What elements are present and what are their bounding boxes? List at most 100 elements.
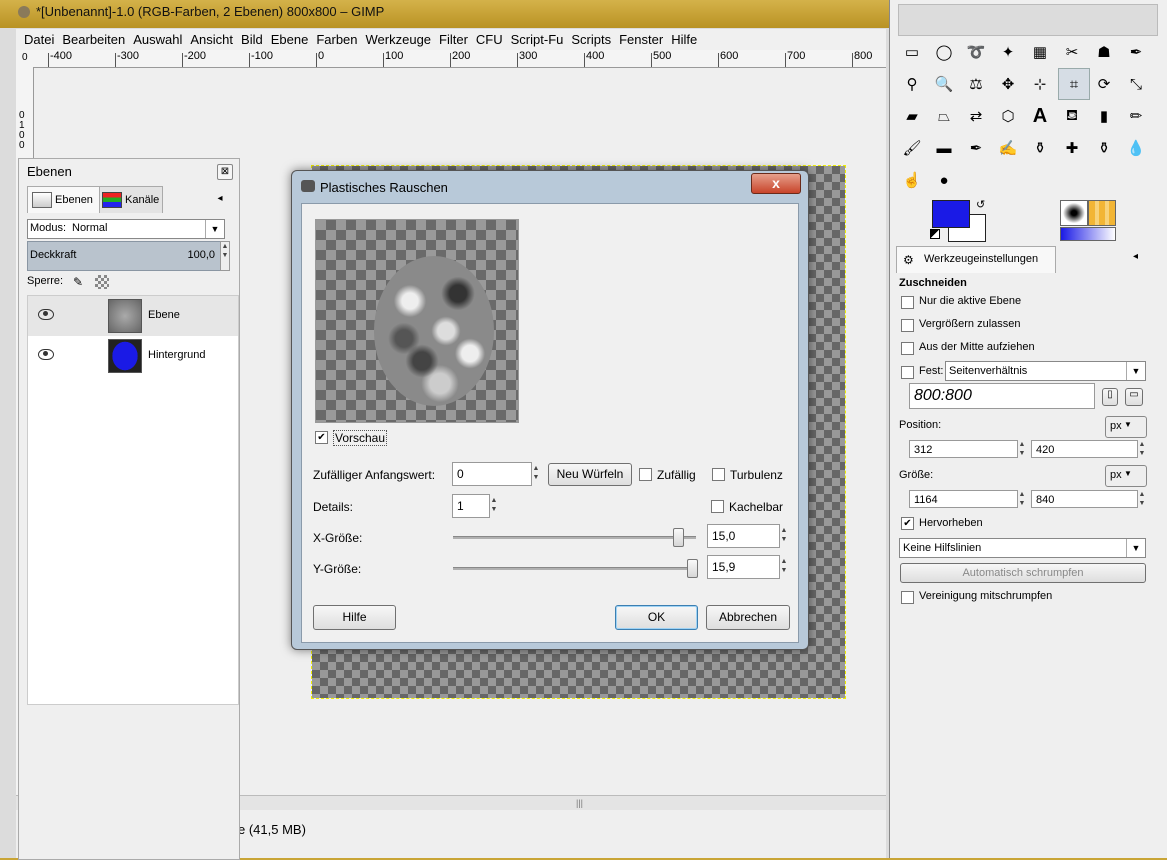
- highlight-checkbox[interactable]: ✔: [901, 517, 914, 530]
- cage-icon[interactable]: ⬡: [994, 102, 1022, 130]
- position-x-spinner[interactable]: ▲ ▼: [1018, 440, 1026, 458]
- details-field[interactable]: 1: [452, 494, 490, 518]
- default-colors-icon[interactable]: [930, 229, 940, 239]
- cancel-button[interactable]: Abbrechen: [706, 605, 790, 630]
- visibility-eye-icon[interactable]: [38, 309, 54, 320]
- guides-dropdown[interactable]: Keine Hilfslinien ▼: [899, 538, 1146, 558]
- lasso-icon[interactable]: ➰: [962, 38, 990, 66]
- position-x-field[interactable]: 312: [909, 440, 1018, 458]
- menu-bearbeiten[interactable]: Bearbeiten: [58, 29, 129, 50]
- only-active-layer-checkbox[interactable]: [901, 296, 914, 309]
- move-icon[interactable]: ✥: [994, 70, 1022, 98]
- dock-menu-icon[interactable]: ◂: [213, 192, 227, 206]
- tab-tool-options[interactable]: ⚙ Werkzeugeinstellungen: [896, 246, 1056, 273]
- close-dock-button[interactable]: ⊠: [217, 164, 233, 180]
- dock-menu-icon[interactable]: ◂: [1133, 251, 1138, 262]
- shrink-merged-checkbox[interactable]: [901, 591, 914, 604]
- eraser-icon[interactable]: ▬: [930, 134, 958, 162]
- crop-icon[interactable]: ⌗: [1058, 68, 1090, 100]
- mode-dropdown[interactable]: Modus: Normal ▼: [27, 219, 225, 239]
- portrait-icon[interactable]: ▯: [1102, 388, 1118, 406]
- visibility-eye-icon[interactable]: [38, 349, 54, 360]
- ink-icon[interactable]: ✍: [994, 134, 1022, 162]
- scissors-icon[interactable]: ✂: [1058, 38, 1086, 66]
- random-checkbox[interactable]: [639, 468, 652, 481]
- brush-swatch[interactable]: [1060, 200, 1088, 226]
- blend-icon[interactable]: ▮: [1090, 102, 1118, 130]
- layer-row[interactable]: Hintergrund: [28, 336, 238, 376]
- turbulence-checkbox[interactable]: [712, 468, 725, 481]
- fixed-dropdown[interactable]: Seitenverhältnis ▼: [945, 361, 1146, 381]
- pattern-swatch[interactable]: [1088, 200, 1116, 226]
- menu-datei[interactable]: Datei: [20, 29, 58, 50]
- foreground-color-swatch[interactable]: [932, 200, 970, 228]
- menu-scripts[interactable]: Scripts: [567, 29, 615, 50]
- gradient-swatch[interactable]: [1060, 227, 1116, 241]
- paths-icon[interactable]: ✒: [1122, 38, 1150, 66]
- smudge-icon[interactable]: ☝: [898, 166, 926, 194]
- position-unit-dropdown[interactable]: px ▼: [1105, 416, 1147, 438]
- menu-script-fu[interactable]: Script-Fu: [507, 29, 568, 50]
- foreground-select-icon[interactable]: ☗: [1090, 38, 1118, 66]
- perspective-icon[interactable]: ⏢: [930, 102, 958, 130]
- ysize-field[interactable]: 15,9: [707, 555, 780, 579]
- menu-hilfe[interactable]: Hilfe: [667, 29, 701, 50]
- text-tool-icon[interactable]: A: [1026, 102, 1054, 130]
- layer-row[interactable]: Ebene: [28, 296, 238, 336]
- airbrush-icon[interactable]: ✒: [962, 134, 990, 162]
- menu-filter[interactable]: Filter: [435, 29, 472, 50]
- brush-lock-icon[interactable]: ✎: [73, 275, 83, 289]
- xsize-field[interactable]: 15,0: [707, 524, 780, 548]
- fixed-checkbox[interactable]: [901, 366, 914, 379]
- xsize-slider-handle[interactable]: [673, 528, 684, 547]
- allow-growing-checkbox[interactable]: [901, 319, 914, 332]
- details-spinner[interactable]: ▲ ▼: [490, 496, 498, 518]
- color-select-icon[interactable]: ▦: [1026, 38, 1054, 66]
- ysize-slider[interactable]: [453, 567, 696, 570]
- seed-spinner[interactable]: ▲ ▼: [532, 464, 540, 486]
- size-height-spinner[interactable]: ▲ ▼: [1138, 490, 1146, 508]
- bucket-fill-icon[interactable]: ⛾: [1058, 102, 1086, 130]
- seed-field[interactable]: 0: [452, 462, 532, 486]
- size-width-spinner[interactable]: ▲ ▼: [1018, 490, 1026, 508]
- menu-farben[interactable]: Farben: [312, 29, 361, 50]
- shear-icon[interactable]: ▰: [898, 102, 926, 130]
- horizontal-ruler[interactable]: -400 -300 -200 -100 0 100 200 300 400 50…: [34, 50, 886, 68]
- color-picker-icon[interactable]: ⚲: [898, 70, 926, 98]
- swap-colors-icon[interactable]: ↺: [976, 198, 985, 211]
- heal-icon[interactable]: ✚: [1058, 134, 1086, 162]
- pencil-icon[interactable]: ✏: [1122, 102, 1150, 130]
- menu-auswahl[interactable]: Auswahl: [129, 29, 186, 50]
- size-unit-dropdown[interactable]: px ▼: [1105, 465, 1147, 487]
- blur-icon[interactable]: 💧: [1122, 134, 1150, 162]
- rotate-icon[interactable]: ⟳: [1090, 70, 1118, 98]
- ellipse-select-icon[interactable]: ◯: [930, 38, 958, 66]
- menu-fenster[interactable]: Fenster: [615, 29, 667, 50]
- menu-ebene[interactable]: Ebene: [267, 29, 313, 50]
- ruler-corner[interactable]: 0: [16, 50, 34, 68]
- help-button[interactable]: Hilfe: [313, 605, 396, 630]
- close-button[interactable]: x: [751, 173, 801, 194]
- ratio-field[interactable]: 800:800: [909, 383, 1095, 409]
- new-seed-button[interactable]: Neu Würfeln: [548, 463, 632, 486]
- dodge-burn-icon[interactable]: ●: [930, 166, 958, 194]
- tab-layers[interactable]: Ebenen: [27, 186, 101, 213]
- menu-werkzeuge[interactable]: Werkzeuge: [362, 29, 436, 50]
- paintbrush-icon[interactable]: 🖌: [898, 134, 926, 162]
- align-icon[interactable]: ⊹: [1026, 70, 1054, 98]
- clone-icon[interactable]: ⚱: [1026, 134, 1054, 162]
- preview-checkbox[interactable]: ✔: [315, 431, 328, 444]
- menu-bild[interactable]: Bild: [237, 29, 267, 50]
- opacity-spinner[interactable]: ▲ ▼: [220, 241, 230, 271]
- scale-icon[interactable]: ⤡: [1122, 70, 1150, 98]
- perspective-clone-icon[interactable]: ⚱: [1090, 134, 1118, 162]
- menu-cfu[interactable]: CFU: [472, 29, 507, 50]
- xsize-spinner[interactable]: ▲ ▼: [780, 526, 788, 548]
- tab-channels[interactable]: Kanäle: [99, 186, 163, 213]
- size-width-field[interactable]: 1164: [909, 490, 1018, 508]
- opacity-slider[interactable]: Deckkraft 100,0: [27, 241, 222, 271]
- flip-icon[interactable]: ⇄: [962, 102, 990, 130]
- tileable-checkbox[interactable]: [711, 500, 724, 513]
- fuzzy-select-icon[interactable]: ✦: [994, 38, 1022, 66]
- xsize-slider[interactable]: [453, 536, 696, 539]
